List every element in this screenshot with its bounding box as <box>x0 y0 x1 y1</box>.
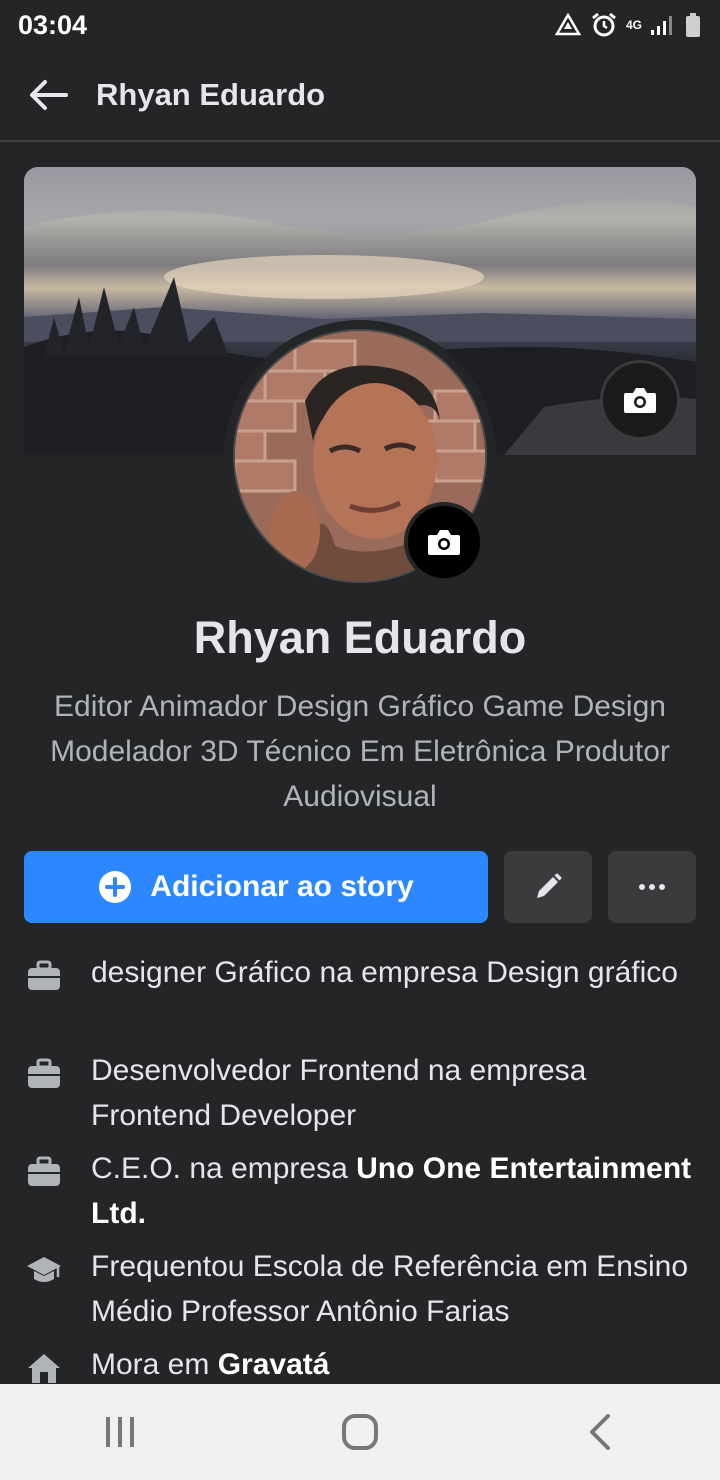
detail-text: Mora em Gravatá <box>91 1342 701 1387</box>
signal-icon <box>650 13 676 37</box>
plus-circle-icon <box>99 871 132 903</box>
profile-bio: Editor Animador Design Gráfico Game Desi… <box>50 690 670 813</box>
status-icons: 4G <box>554 11 702 39</box>
back-button[interactable] <box>0 49 96 141</box>
navigation-bar <box>0 1384 720 1480</box>
recent-apps-icon <box>106 1417 134 1447</box>
detail-text: Desenvolvedor Frontend na empresa Fronte… <box>91 1054 587 1132</box>
graduation-cap-icon <box>24 1250 64 1290</box>
header-title: Rhyan Eduardo <box>96 77 326 112</box>
profile-screen: 03:04 4G Rhyan Eduardo Rhyan Eduardo Edi… <box>0 0 720 1480</box>
briefcase-icon <box>24 1054 64 1094</box>
add-story-button[interactable]: Adicionar ao story <box>24 851 488 923</box>
profile-name: Rhyan Eduardo <box>193 612 527 663</box>
detail-text: C.E.O. na empresa Uno One Entertainment … <box>91 1146 701 1236</box>
home-button-icon <box>342 1414 378 1450</box>
home-icon <box>24 1348 64 1388</box>
briefcase-icon <box>24 956 64 996</box>
more-dots-icon <box>639 884 665 890</box>
camera-icon <box>428 530 460 555</box>
pencil-icon <box>537 873 562 898</box>
detail-text-plain: Mora em <box>91 1348 218 1381</box>
briefcase-icon <box>24 1152 64 1192</box>
status-time: 03:04 <box>18 9 88 40</box>
app-header: Rhyan Eduardo <box>0 50 720 142</box>
data-saver-icon <box>554 13 582 37</box>
edit-profile-button[interactable] <box>504 851 592 923</box>
more-options-button[interactable] <box>608 851 696 923</box>
detail-text: Frequentou Escola de Referência em Ensin… <box>91 1250 689 1328</box>
recent-apps-button[interactable] <box>70 1384 170 1480</box>
back-nav-button[interactable] <box>550 1384 650 1480</box>
home-nav-button[interactable] <box>310 1384 410 1480</box>
add-story-label: Adicionar ao story <box>150 870 414 903</box>
alarm-icon <box>590 11 618 39</box>
battery-icon <box>684 12 702 38</box>
detail-text-plain: C.E.O. na empresa <box>91 1152 357 1185</box>
back-nav-icon <box>590 1414 610 1450</box>
arrow-left-icon <box>30 80 68 110</box>
status-bar: 03:04 4G <box>0 0 720 50</box>
cover-camera-button[interactable] <box>600 360 680 440</box>
avatar-camera-button[interactable] <box>404 502 484 582</box>
network-type: 4G <box>625 18 642 32</box>
city-link[interactable]: Gravatá <box>218 1348 330 1381</box>
detail-text: designer Gráfico na empresa Design gráfi… <box>91 956 678 989</box>
camera-icon <box>624 388 656 413</box>
